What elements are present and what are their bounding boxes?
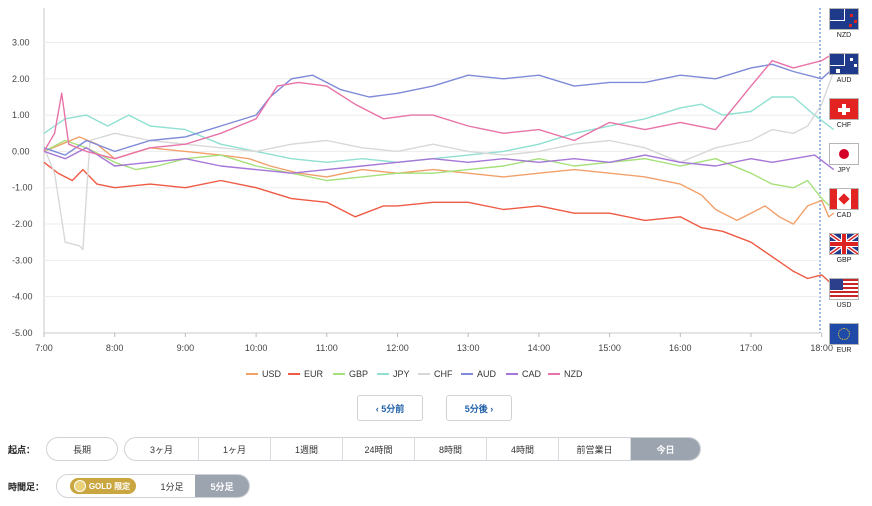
ca-flag-icon — [829, 188, 859, 210]
us-flag-icon — [829, 278, 859, 300]
flag-label: GBP — [836, 257, 852, 264]
flag-usd[interactable]: USD — [829, 278, 861, 316]
timeframe-5min[interactable]: 5分足 — [195, 475, 249, 497]
legend-label-usd: USD — [262, 369, 282, 379]
origin-option-4h[interactable]: 4時間 — [486, 438, 558, 460]
legend-label-aud: AUD — [477, 369, 497, 379]
y-tick-label: 3.00 — [12, 37, 30, 47]
x-tick-label: 11:00 — [316, 343, 338, 353]
origin-longterm-group: 長期 — [46, 437, 118, 461]
y-tick-label: -2.00 — [12, 219, 33, 229]
flag-jpy[interactable]: JPY — [829, 143, 861, 181]
legend-label-cad: CAD — [522, 369, 542, 379]
x-tick-label: 17:00 — [740, 343, 763, 353]
eu-flag-icon — [829, 323, 859, 345]
legend-label-eur: EUR — [304, 369, 324, 379]
y-tick-label: -3.00 — [12, 255, 33, 265]
x-tick-label: 12:00 — [386, 343, 409, 353]
ch-flag-icon — [829, 98, 859, 120]
y-tick-label: 2.00 — [12, 74, 30, 84]
y-tick-label: -1.00 — [12, 183, 33, 193]
nz-flag-icon — [829, 8, 859, 30]
flag-chf[interactable]: CHF — [829, 98, 861, 136]
origin-label: 起点： — [8, 445, 36, 455]
x-tick-label: 16:00 — [669, 343, 692, 353]
legend-label-chf: CHF — [434, 369, 453, 379]
y-tick-label: -4.00 — [12, 292, 33, 302]
origin-option-today[interactable]: 今日 — [630, 438, 700, 460]
series-line-usd — [43, 136, 835, 225]
origin-option-1w[interactable]: 1週間 — [270, 438, 342, 460]
y-tick-label: -5.00 — [12, 328, 33, 338]
next-5min-button[interactable]: 5分後 › — [446, 395, 512, 421]
flag-aud[interactable]: AUD — [829, 53, 861, 91]
flag-gbp[interactable]: GBP — [829, 233, 861, 271]
flag-label: NZD — [836, 32, 852, 39]
timeframe-label: 時間足： — [8, 482, 45, 492]
currency-strength-chart: 3.00 2.00 1.00 0.00 -1.00 -2.00 -3.00 -4.00 -5.0… — [12, 8, 835, 379]
x-tick-label: 14:00 — [528, 343, 551, 353]
jp-flag-icon — [829, 143, 859, 165]
flag-label: CAD — [836, 212, 852, 219]
flag-label: USD — [836, 302, 852, 309]
x-tick-label: 15:00 — [598, 343, 621, 353]
origin-option-1m[interactable]: 1ヶ月 — [198, 438, 270, 460]
flag-cad[interactable]: CAD — [829, 188, 861, 226]
flag-label: CHF — [836, 122, 852, 129]
x-tick-label: 7:00 — [35, 343, 53, 353]
timeframe-1min[interactable]: 1分足 — [149, 475, 195, 497]
x-tick-label: 10:00 — [245, 343, 268, 353]
prev-5min-button[interactable]: ‹ 5分前 — [357, 395, 423, 421]
gb-flag-icon — [829, 233, 859, 255]
legend-label-jpy: JPY — [393, 369, 410, 379]
origin-option-3m[interactable]: 3ヶ月 — [125, 438, 198, 460]
gold-label: GOLD 限定 — [88, 481, 131, 491]
timeframe-segmented-control: GOLD 限定 1分足 5分足 — [56, 474, 250, 498]
origin-option-prev-day[interactable]: 前営業日 — [558, 438, 630, 460]
legend-label-gbp: GBP — [349, 369, 368, 379]
series-line-gbp — [43, 139, 835, 211]
series-line-nzd — [43, 52, 835, 160]
y-tick-label: 1.00 — [12, 110, 30, 120]
flag-nzd[interactable]: NZD — [829, 8, 861, 46]
flag-label: JPY — [837, 167, 851, 174]
flag-label: AUD — [836, 77, 852, 84]
y-tick-label: 0.00 — [12, 146, 30, 156]
gold-coin-icon — [73, 480, 86, 492]
x-tick-label: 13:00 — [457, 343, 480, 353]
legend-label-nzd: NZD — [564, 369, 583, 379]
x-tick-label: 9:00 — [177, 343, 195, 353]
origin-option-8h[interactable]: 8時間 — [414, 438, 486, 460]
origin-segmented-control: 3ヶ月 1ヶ月 1週間 24時間 8時間 4時間 前営業日 今日 — [124, 437, 701, 461]
flag-eur[interactable]: EUR — [829, 323, 861, 361]
flag-label: EUR — [836, 347, 852, 354]
gold-only-badge[interactable]: GOLD 限定 — [57, 475, 149, 497]
x-tick-label: 8:00 — [106, 343, 124, 353]
origin-option-longterm[interactable]: 長期 — [47, 438, 117, 460]
origin-option-24h[interactable]: 24時間 — [342, 438, 414, 460]
au-flag-icon — [829, 53, 859, 75]
